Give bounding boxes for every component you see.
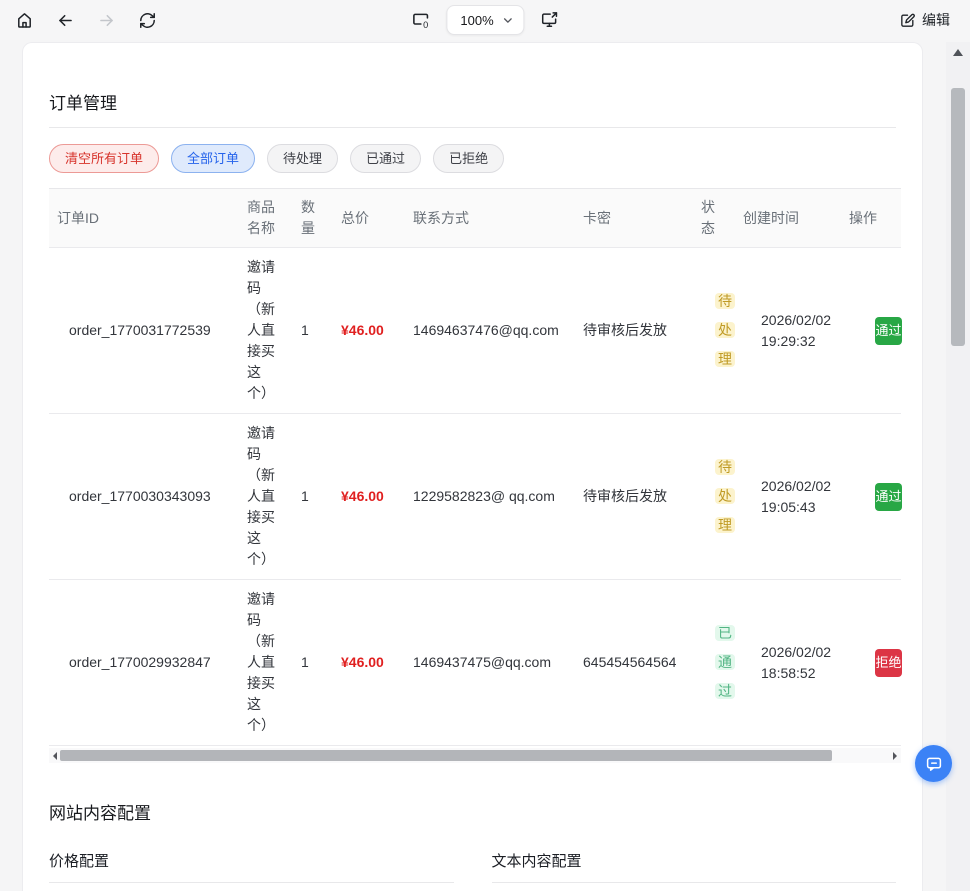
- card-secret-cell: 待审核后发放: [575, 248, 693, 414]
- order-action-button[interactable]: 通过: [875, 317, 902, 345]
- product-name: 邀请码（新人直接买这个）: [247, 257, 279, 404]
- toolbar-nav-group: [0, 9, 159, 32]
- order-action-button[interactable]: 通过: [875, 483, 902, 511]
- scroll-left-arrow[interactable]: [53, 752, 57, 760]
- config-section-title: 文本内容配置: [492, 852, 897, 871]
- created-date: 2026/02/02: [761, 476, 833, 497]
- filter-button[interactable]: 清空所有订单: [49, 144, 159, 173]
- refresh-icon: [138, 11, 157, 30]
- column-header: 商品名称: [239, 189, 293, 248]
- card-secret-cell: 645454564564: [575, 580, 693, 746]
- config-section-title: 价格配置: [49, 852, 454, 871]
- table-horizontal-scrollbar[interactable]: [49, 748, 901, 763]
- contact-cell: 1229582823@ qq.com: [405, 414, 575, 580]
- edit-button-label: 编辑: [922, 10, 950, 30]
- filter-button[interactable]: 待处理: [267, 144, 338, 173]
- column-header: 总价: [333, 189, 405, 248]
- created-time: 19:05:43: [761, 497, 833, 518]
- quantity-cell: 1: [293, 414, 333, 580]
- scroll-up-arrow[interactable]: [953, 49, 963, 56]
- screen-share-icon: [540, 10, 560, 30]
- total-price-cell: ¥46.00: [333, 580, 405, 746]
- filter-button[interactable]: 全部订单: [171, 144, 255, 173]
- quantity-cell: 1: [293, 580, 333, 746]
- home-icon: [15, 11, 34, 30]
- filter-button[interactable]: 已通过: [350, 144, 421, 173]
- forward-button[interactable]: [95, 9, 118, 32]
- order-row: order_1770030343093 邀请码（新人直接买这个） 1 ¥46.0…: [49, 414, 901, 580]
- arrow-right-icon: [97, 11, 116, 30]
- total-price-cell: ¥46.00: [333, 248, 405, 414]
- divider: [49, 882, 454, 883]
- toolbar-edit-group: 编辑: [893, 9, 970, 31]
- product-name: 邀请码（新人直接买这个）: [247, 589, 279, 736]
- created-time: 18:58:52: [761, 663, 833, 684]
- created-date: 2026/02/02: [761, 310, 833, 331]
- devices-button[interactable]: 0: [408, 8, 433, 33]
- svg-text:0: 0: [423, 19, 428, 29]
- order-row: order_1770029932847 邀请码（新人直接买这个） 1 ¥46.0…: [49, 580, 901, 746]
- contact-cell: 1469437475@qq.com: [405, 580, 575, 746]
- total-price-cell: ¥46.00: [333, 414, 405, 580]
- config-section: 价格配置: [49, 852, 454, 883]
- divider: [492, 882, 897, 883]
- top-toolbar: 0 100% 编辑: [0, 0, 970, 40]
- created-date: 2026/02/02: [761, 642, 833, 663]
- chevron-down-icon: [502, 14, 515, 27]
- order-id-cell: order_1770030343093: [49, 414, 239, 580]
- back-button[interactable]: [54, 9, 77, 32]
- zoom-select[interactable]: 100%: [446, 5, 524, 35]
- horizontal-scroll-track[interactable]: [60, 750, 890, 761]
- status-badge: 待处理: [715, 293, 735, 366]
- order-action-button[interactable]: 拒绝: [875, 649, 902, 677]
- content-panel: 订单管理 清空所有订单 全部订单 待处理 已通过 已拒绝 订单ID 商品名称: [22, 42, 923, 891]
- column-header: 创建时间: [735, 189, 841, 248]
- status-badge: 待处理: [715, 459, 735, 532]
- config-section: 文本内容配置: [492, 852, 897, 883]
- zoom-value: 100%: [460, 13, 493, 28]
- column-header: 订单ID: [49, 189, 239, 248]
- vertical-scroll-thumb[interactable]: [951, 88, 965, 346]
- order-id-cell: order_1770031772539: [49, 248, 239, 414]
- order-row: order_1770031772539 邀请码（新人直接买这个） 1 ¥46.0…: [49, 248, 901, 414]
- order-filters: 清空所有订单 全部订单 待处理 已通过 已拒绝: [49, 144, 896, 173]
- refresh-button[interactable]: [136, 9, 159, 32]
- site-config-title: 网站内容配置: [49, 803, 896, 824]
- open-preview-button[interactable]: [538, 8, 562, 32]
- product-name: 邀请码（新人直接买这个）: [247, 423, 279, 570]
- column-header: 数量: [293, 189, 333, 248]
- quantity-cell: 1: [293, 248, 333, 414]
- orders-table-body: order_1770031772539 邀请码（新人直接买这个） 1 ¥46.0…: [49, 248, 901, 746]
- card-secret-cell: 待审核后发放: [575, 414, 693, 580]
- horizontal-scroll-thumb[interactable]: [60, 750, 832, 761]
- edit-pencil-icon: [899, 12, 916, 29]
- filter-button[interactable]: 已拒绝: [433, 144, 504, 173]
- scroll-right-arrow[interactable]: [893, 752, 897, 760]
- arrow-left-icon: [56, 11, 75, 30]
- contact-cell: 14694637476@qq.com: [405, 248, 575, 414]
- chat-bubble-icon: [925, 755, 943, 773]
- edit-button[interactable]: 编辑: [893, 9, 956, 31]
- order-id-cell: order_1770029932847: [49, 580, 239, 746]
- column-header: 卡密: [575, 189, 693, 248]
- divider: [49, 127, 896, 128]
- table-header-row: 订单ID 商品名称 数量 总价 联系方式 卡密 状态 创建时间 操作: [49, 189, 901, 248]
- column-header: 联系方式: [405, 189, 575, 248]
- toolbar-zoom-group: 0 100%: [408, 5, 561, 35]
- status-badge: 已通过: [715, 625, 735, 698]
- home-button[interactable]: [13, 9, 36, 32]
- devices-zero-icon: 0: [410, 10, 431, 31]
- column-header: 操作: [841, 189, 901, 248]
- column-header: 状态: [693, 189, 735, 248]
- orders-table: 订单ID 商品名称 数量 总价 联系方式 卡密 状态 创建时间 操作: [49, 188, 901, 746]
- created-time: 19:29:32: [761, 331, 833, 352]
- orders-section-title: 订单管理: [49, 93, 896, 114]
- chat-button[interactable]: [915, 745, 952, 782]
- config-grid: 价格配置 文本内容配置: [49, 852, 896, 883]
